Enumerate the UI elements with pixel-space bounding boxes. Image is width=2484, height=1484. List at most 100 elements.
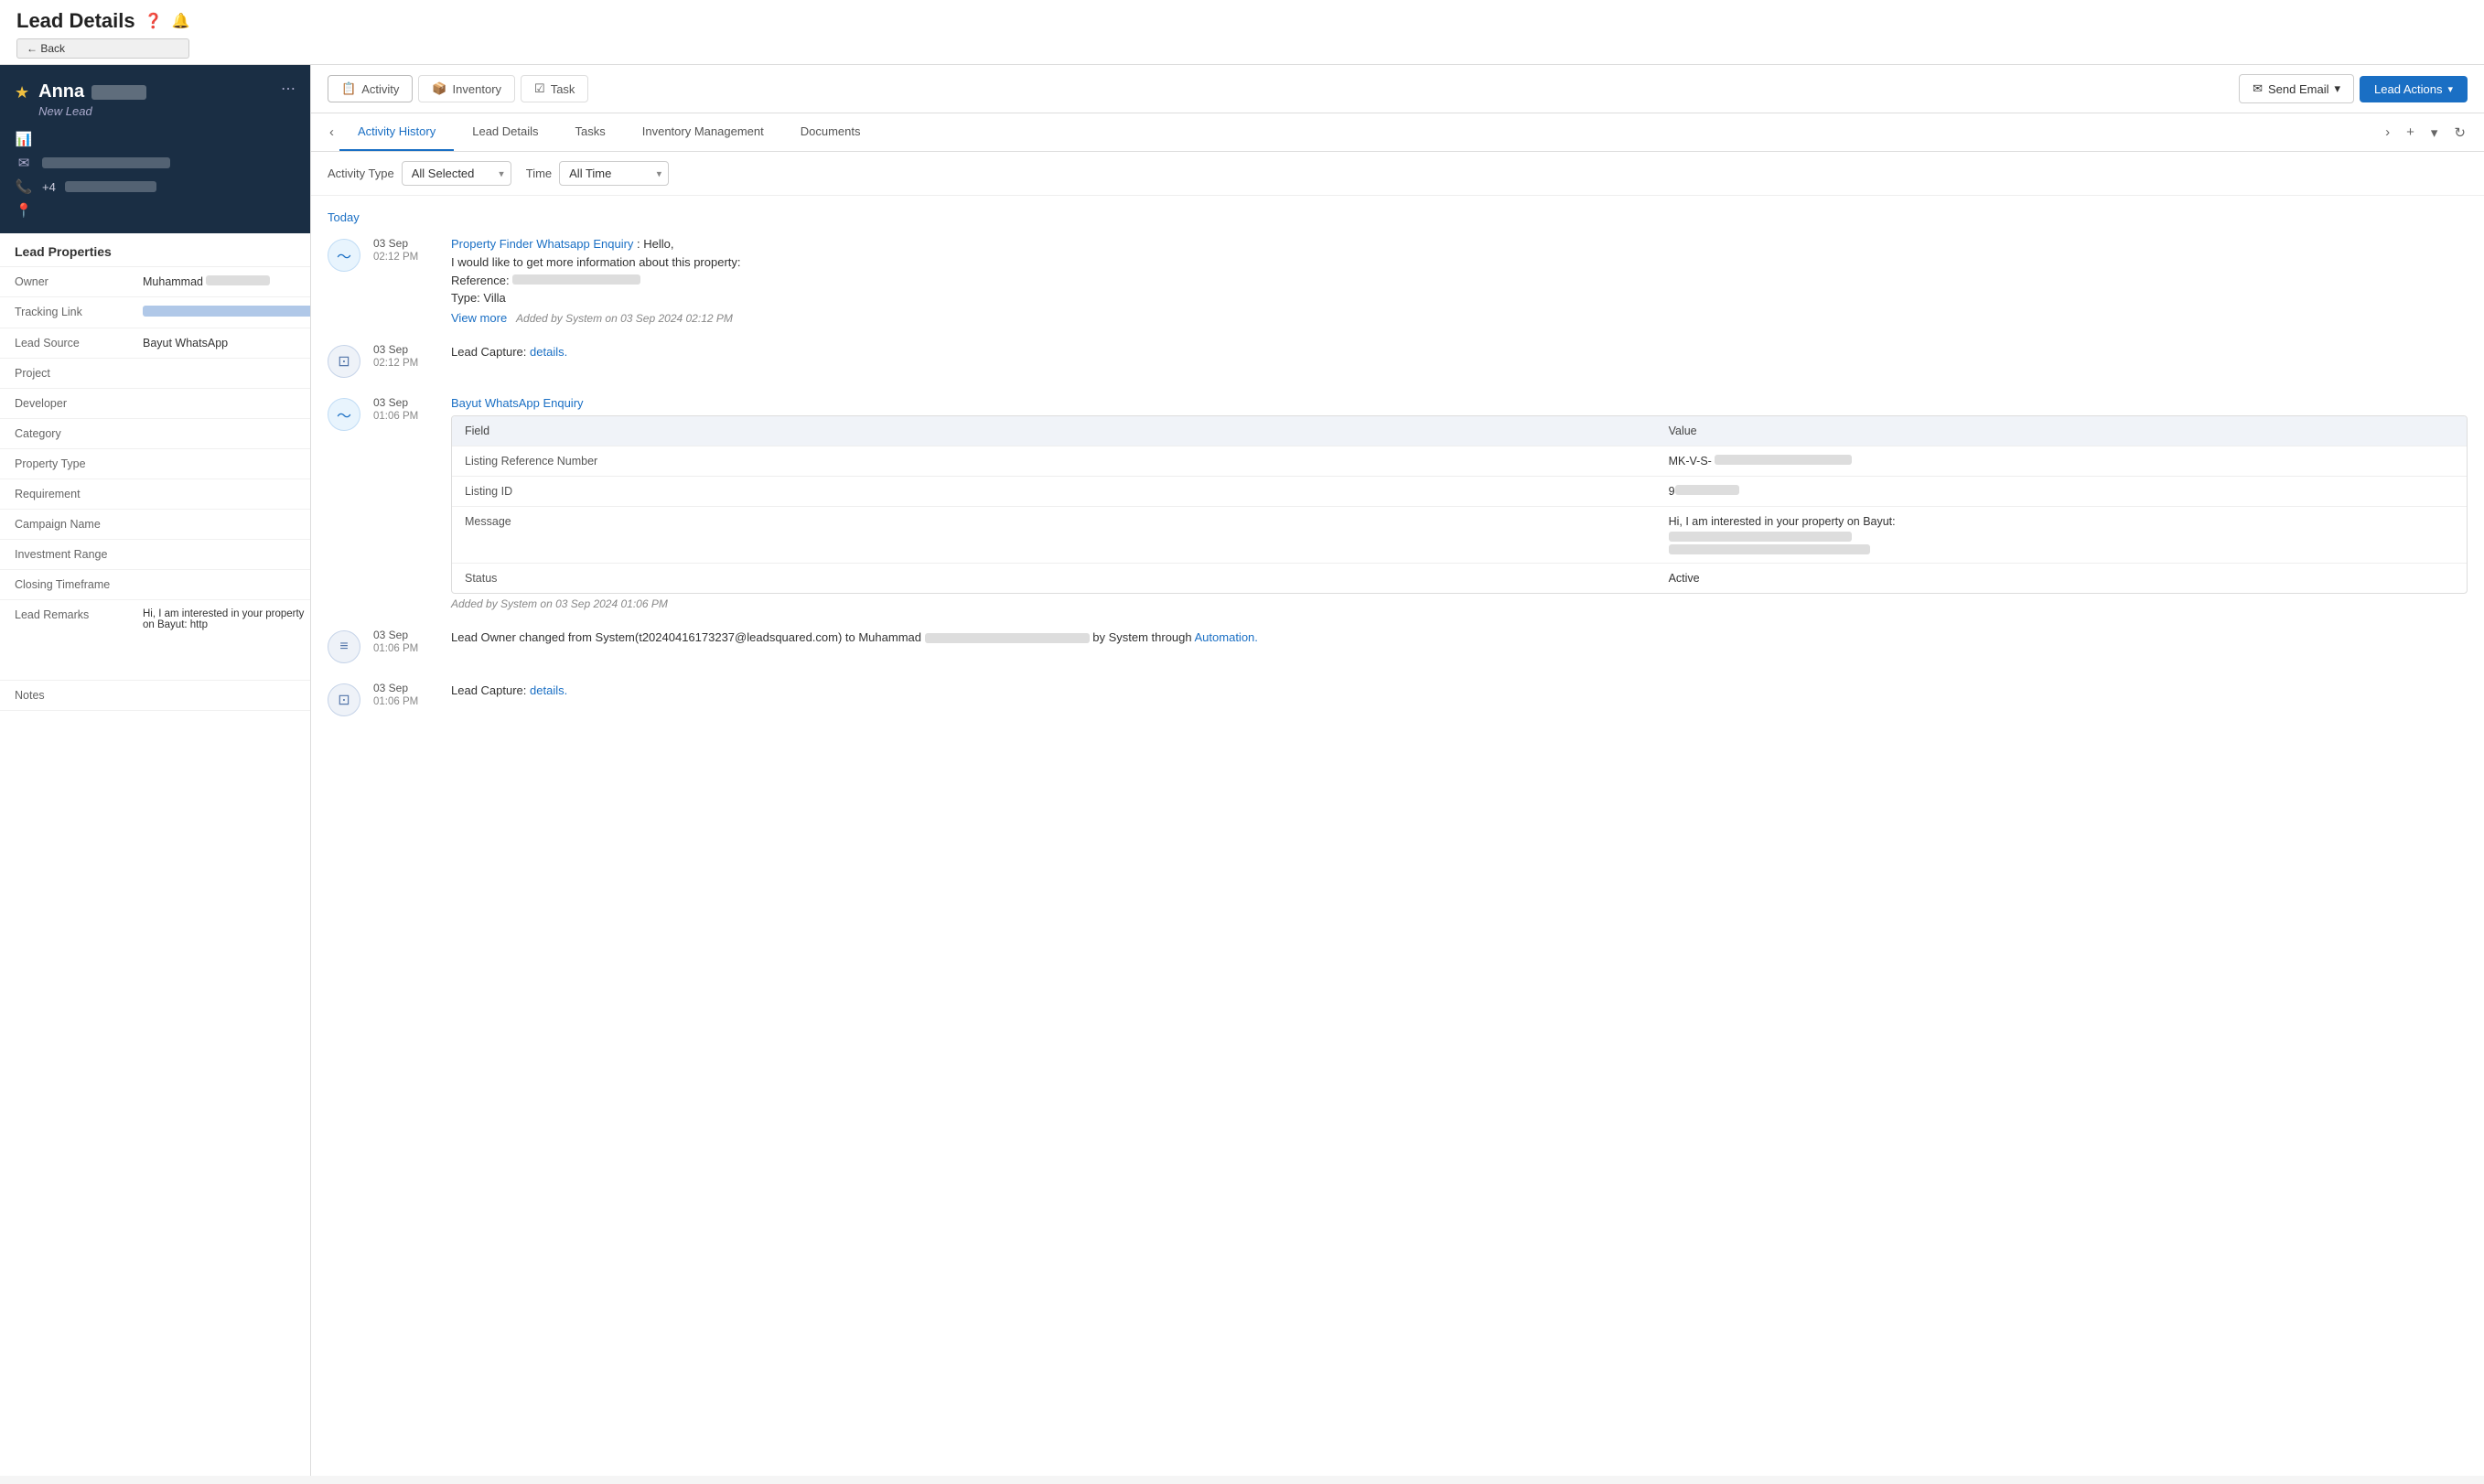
day-label: Today bbox=[328, 210, 2468, 224]
activity-meta: 03 Sep 02:12 PM bbox=[373, 343, 442, 378]
task-tab-icon: ☑ bbox=[534, 81, 545, 96]
activity-type-select[interactable]: All Selected bbox=[402, 161, 511, 186]
sub-tab-nav: › + ▾ ↻ bbox=[2380, 121, 2471, 145]
table-row: Listing Reference Number MK-V-S- bbox=[452, 446, 2467, 476]
lead-info-location: 📍 bbox=[15, 202, 296, 219]
sub-tab-prev-button[interactable]: ‹ bbox=[324, 121, 339, 144]
reference-blur bbox=[512, 274, 640, 285]
property-lead-source: Lead Source Bayut WhatsApp bbox=[0, 328, 310, 359]
sub-tabs: ‹ Activity History Lead Details Tasks In… bbox=[311, 113, 2484, 152]
tab-activity[interactable]: 📋 Activity bbox=[328, 75, 413, 102]
main-layout: ⋯ ★ Anna New Lead 📊 ✉ bbox=[0, 65, 2484, 1476]
sub-tab-activity-history[interactable]: Activity History bbox=[339, 113, 454, 151]
sub-tab-refresh-button[interactable]: ↻ bbox=[2448, 121, 2471, 145]
sub-tab-next-button[interactable]: › bbox=[2380, 121, 2395, 144]
property-owner: Owner Muhammad bbox=[0, 267, 310, 297]
help-icon[interactable]: ❓ bbox=[145, 12, 163, 30]
lead-status: New Lead bbox=[38, 104, 146, 118]
activity-icon-bayut: 〜 bbox=[328, 398, 360, 431]
tab-task[interactable]: ☑ Task bbox=[521, 75, 588, 102]
activity-title[interactable]: Property Finder Whatsapp Enquiry : Hello… bbox=[451, 237, 2468, 251]
listing-ref-blur bbox=[1715, 455, 1852, 465]
activity-icon-capture2: ⊡ bbox=[328, 683, 360, 716]
chart-icon: 📊 bbox=[15, 131, 33, 147]
email-icon: ✉ bbox=[15, 155, 33, 171]
activity-body: Bayut WhatsApp Enquiry Field Value Listi… bbox=[451, 396, 2468, 610]
bell-icon[interactable]: 🔔 bbox=[172, 12, 190, 30]
time-filter: Time All Time bbox=[526, 161, 669, 186]
filters-bar: Activity Type All Selected Time All Time bbox=[311, 152, 2484, 196]
table-cell-value: Hi, I am interested in your property on … bbox=[1656, 507, 2467, 563]
lead-actions-button[interactable]: Lead Actions ▾ bbox=[2360, 76, 2468, 102]
view-more-link[interactable]: View more bbox=[451, 311, 507, 325]
property-project: Project bbox=[0, 359, 310, 389]
activity-body: Lead Owner changed from System(t20240416… bbox=[451, 629, 2468, 663]
send-email-dropdown-icon: ▾ bbox=[2334, 81, 2340, 96]
activity-meta: 03 Sep 01:06 PM bbox=[373, 629, 442, 663]
owner-name-blur bbox=[925, 633, 1090, 643]
property-investment-range: Investment Range bbox=[0, 540, 310, 570]
property-notes: Notes bbox=[0, 681, 310, 711]
send-email-button[interactable]: ✉ Send Email ▾ bbox=[2239, 74, 2354, 103]
top-toolbar: 📋 Activity 📦 Inventory ☑ Task ✉ Send Ema… bbox=[311, 65, 2484, 113]
property-closing-timeframe: Closing Timeframe bbox=[0, 570, 310, 600]
sub-tab-dropdown-button[interactable]: ▾ bbox=[2425, 121, 2444, 145]
table-header-field: Field bbox=[452, 416, 1656, 446]
email-send-icon: ✉ bbox=[2253, 81, 2263, 96]
property-campaign-name: Campaign Name bbox=[0, 510, 310, 540]
right-panel: 📋 Activity 📦 Inventory ☑ Task ✉ Send Ema… bbox=[311, 65, 2484, 1476]
capture-link2[interactable]: details. bbox=[530, 683, 567, 697]
property-tracking-link: Tracking Link bbox=[0, 297, 310, 328]
properties-header: Lead Properties bbox=[0, 233, 310, 267]
table-cell-label: Status bbox=[452, 564, 1656, 593]
message-blur1 bbox=[1669, 532, 1852, 542]
lead-name-blur bbox=[91, 85, 146, 100]
table-row: Listing ID 9 bbox=[452, 476, 2467, 506]
property-category: Category bbox=[0, 419, 310, 449]
activity-title-bayut[interactable]: Bayut WhatsApp Enquiry bbox=[451, 396, 2468, 410]
table-header-value: Value bbox=[1656, 416, 2467, 446]
activity-icon-capture1: ⊡ bbox=[328, 345, 360, 378]
activity-meta: 03 Sep 02:12 PM bbox=[373, 237, 442, 325]
table-cell-value: MK-V-S- bbox=[1656, 446, 2467, 476]
sub-tab-add-button[interactable]: + bbox=[2401, 121, 2420, 144]
sub-tab-lead-details[interactable]: Lead Details bbox=[454, 113, 556, 151]
table-row: Message Hi, I am interested in your prop… bbox=[452, 506, 2467, 563]
lead-card-info: 📊 ✉ 📞 +4 📍 bbox=[15, 131, 296, 219]
left-panel: ⋯ ★ Anna New Lead 📊 ✉ bbox=[0, 65, 311, 1476]
remarks-blur2 bbox=[143, 647, 289, 658]
table-cell-label: Listing ID bbox=[452, 477, 1656, 506]
activity-added: Added by System on 03 Sep 2024 02:12 PM bbox=[511, 312, 733, 325]
star-icon[interactable]: ★ bbox=[15, 83, 29, 102]
table-cell-value: 9 bbox=[1656, 477, 2467, 506]
activity-body: Property Finder Whatsapp Enquiry : Hello… bbox=[451, 237, 2468, 325]
list-item: ⊡ 03 Sep 02:12 PM Lead Capture: details. bbox=[328, 343, 2468, 378]
sub-tab-documents[interactable]: Documents bbox=[782, 113, 879, 151]
capture-text: Lead Capture: details. bbox=[451, 343, 2468, 361]
activity-type-label: Activity Type bbox=[328, 167, 394, 180]
phone-blur bbox=[65, 181, 156, 192]
page-header: Lead Details ❓ 🔔 ← Back bbox=[0, 0, 2484, 65]
location-icon: 📍 bbox=[15, 202, 33, 219]
remarks-blur1 bbox=[143, 633, 307, 644]
share-icon[interactable]: ⋯ bbox=[281, 80, 296, 98]
activity-body: Lead Capture: details. bbox=[451, 682, 2468, 716]
property-requirement: Requirement bbox=[0, 479, 310, 510]
back-button[interactable]: ← Back bbox=[16, 38, 189, 59]
activity-tab-icon: 📋 bbox=[341, 81, 356, 96]
time-select[interactable]: All Time bbox=[559, 161, 669, 186]
phone-icon: 📞 bbox=[15, 178, 33, 195]
sub-tab-tasks[interactable]: Tasks bbox=[557, 113, 624, 151]
activity-type-select-wrapper: All Selected bbox=[402, 161, 511, 186]
sub-tab-inventory-management[interactable]: Inventory Management bbox=[624, 113, 782, 151]
listing-id-blur bbox=[1675, 485, 1739, 495]
capture-link[interactable]: details. bbox=[530, 345, 567, 359]
activity-body: Lead Capture: details. bbox=[451, 343, 2468, 378]
automation-link[interactable]: Automation. bbox=[1195, 630, 1258, 644]
content-area: Today 〜 03 Sep 02:12 PM Property Finder … bbox=[311, 196, 2484, 1476]
page-title: Lead Details bbox=[16, 9, 135, 33]
message-blur2 bbox=[1669, 544, 1870, 554]
activity-meta: 03 Sep 01:06 PM bbox=[373, 682, 442, 716]
tab-inventory[interactable]: 📦 Inventory bbox=[418, 75, 515, 102]
owner-blur bbox=[206, 275, 270, 285]
